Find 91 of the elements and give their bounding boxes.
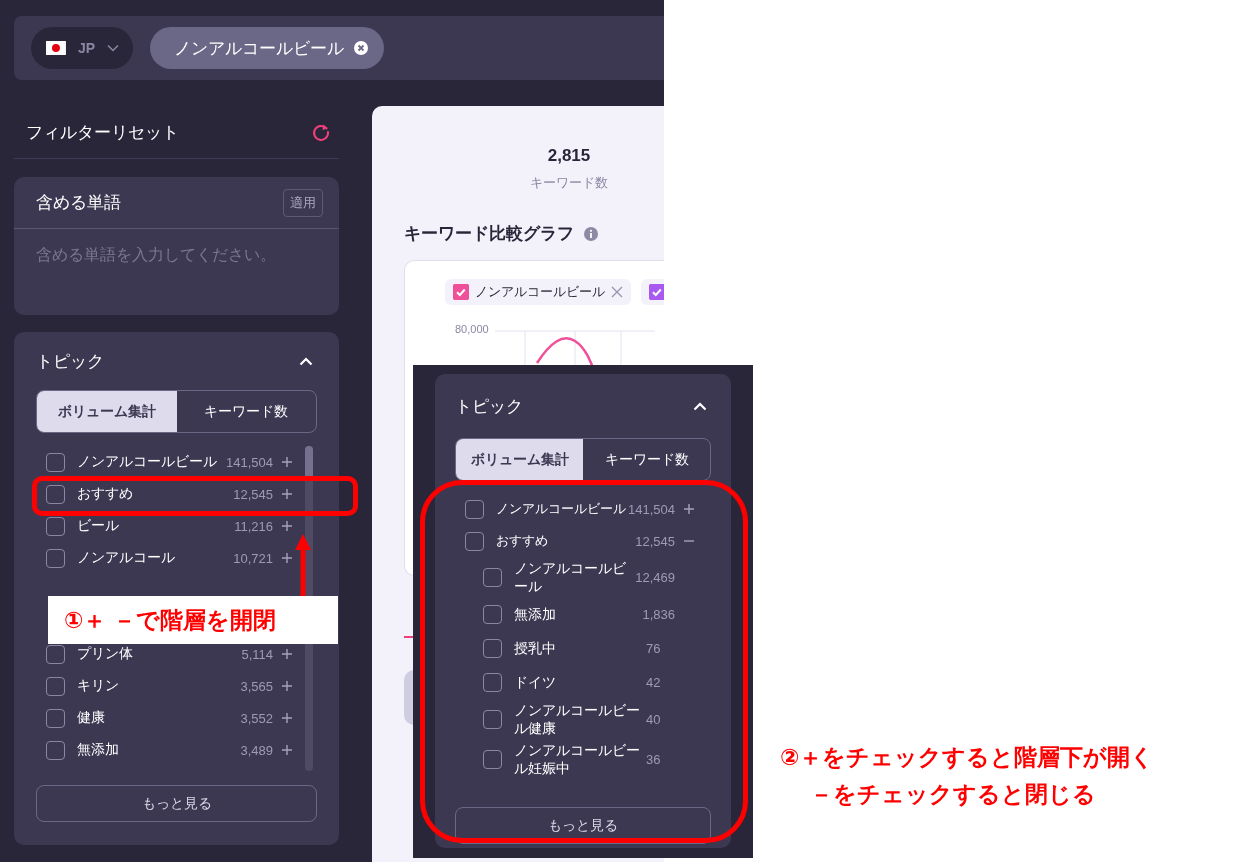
checkbox[interactable] <box>46 484 65 504</box>
checkbox[interactable] <box>46 708 65 728</box>
tab[interactable]: ボリューム集計 <box>456 439 583 480</box>
topic-count: 76 <box>646 640 661 656</box>
country-select[interactable]: JP <box>31 27 133 69</box>
topic-count: 40 <box>646 711 661 727</box>
plus-icon[interactable] <box>281 456 293 468</box>
panel-title: 含める単語 <box>36 192 121 214</box>
topic-count: 11,216 <box>234 518 273 534</box>
keyword-chip-label: ノンアルコールビール <box>174 37 344 60</box>
topic-count: 3,552 <box>240 710 273 726</box>
checkbox[interactable] <box>46 740 65 760</box>
checkbox[interactable] <box>46 676 65 696</box>
tab[interactable]: キーワード数 <box>583 439 710 480</box>
topic-label[interactable]: ノンアルコールビール <box>496 500 626 518</box>
stat-label: キーワード数 <box>529 174 609 192</box>
legend-chip[interactable]: ノンアルコールビール <box>445 279 631 305</box>
panel-title: トピック <box>455 395 523 418</box>
plus-icon[interactable] <box>281 488 293 500</box>
topic-label[interactable]: ノンアルコールビール健康 <box>514 701 644 737</box>
plus-icon[interactable] <box>281 648 293 660</box>
checkbox[interactable] <box>46 548 65 568</box>
plus-icon[interactable] <box>281 712 293 724</box>
topic-count: 42 <box>646 674 661 690</box>
topic-count: 3,489 <box>240 742 273 758</box>
panel-title: トピック <box>36 350 104 373</box>
checkbox[interactable] <box>46 452 65 472</box>
tab[interactable]: ボリューム集計 <box>37 391 177 432</box>
topic-label[interactable]: プリン体 <box>77 645 240 663</box>
stat-value: 2,815 <box>546 146 592 166</box>
topic-label[interactable]: 健康 <box>77 709 239 727</box>
plus-icon[interactable] <box>281 744 293 756</box>
legend-checkbox[interactable] <box>453 284 469 300</box>
legend-chip[interactable] <box>641 279 664 305</box>
plus-icon[interactable] <box>683 503 695 515</box>
topic-label[interactable]: 無添加 <box>514 605 641 623</box>
topic-label[interactable]: ノンアルコール <box>77 549 232 567</box>
topic-count: 12,545 <box>635 533 675 549</box>
tab[interactable]: キーワード数 <box>176 391 316 432</box>
topic-label[interactable]: おすすめ <box>496 532 634 550</box>
chevron-up-icon[interactable] <box>693 401 707 411</box>
checkbox[interactable] <box>483 749 502 769</box>
topic-count: 141,504 <box>628 501 675 517</box>
chevron-down-icon <box>107 44 119 52</box>
checkbox[interactable] <box>483 672 502 692</box>
topic-label[interactable]: ドイツ <box>514 673 644 691</box>
include-words-field[interactable]: 含める単語を入力してください。 <box>14 229 339 315</box>
checkbox[interactable] <box>483 638 502 658</box>
topic-label[interactable]: ビール <box>77 517 233 535</box>
close-icon[interactable] <box>354 41 368 55</box>
tab-underline <box>404 636 414 638</box>
filter-reset-label: フィルターリセット <box>26 121 179 144</box>
reset-icon[interactable] <box>311 122 331 142</box>
show-more-button[interactable]: もっと見る <box>36 785 317 822</box>
info-icon[interactable] <box>584 226 598 241</box>
topic-label[interactable]: 授乳中 <box>514 639 644 657</box>
topic-label[interactable]: キリン <box>77 677 239 695</box>
topic-count: 12,545 <box>233 486 273 502</box>
topic-count: 10,721 <box>233 550 273 566</box>
checkbox[interactable] <box>483 567 502 587</box>
checkbox[interactable] <box>465 531 484 551</box>
apply-button[interactable]: 適用 <box>283 188 323 217</box>
plus-icon[interactable] <box>281 520 293 532</box>
checkbox[interactable] <box>483 709 502 729</box>
legend-checkbox[interactable] <box>649 284 664 300</box>
topic-label[interactable]: ノンアルコールビール <box>77 453 224 471</box>
topic-label[interactable]: 無添加 <box>77 741 239 759</box>
topic-label[interactable]: ノンアルコールビール妊娠中 <box>514 741 644 777</box>
chevron-up-icon[interactable] <box>299 356 313 366</box>
topic-count: 141,504 <box>226 454 273 470</box>
close-icon[interactable] <box>611 286 623 298</box>
topic-count: 5,114 <box>241 646 273 662</box>
axis-label: 80,000 <box>455 323 489 335</box>
checkbox[interactable] <box>483 604 502 624</box>
annotation-text: ①＋ －で階層を開閉 <box>64 605 276 635</box>
topic-count: 36 <box>646 751 661 767</box>
annotation-text: －をチェックすると閉じる <box>809 780 1097 809</box>
checkbox[interactable] <box>46 516 65 536</box>
checkbox[interactable] <box>465 499 484 519</box>
topic-label[interactable]: おすすめ <box>77 485 232 503</box>
show-more-button[interactable]: もっと見る <box>455 807 711 844</box>
topic-count: 3,565 <box>240 678 273 694</box>
plus-icon[interactable] <box>281 552 293 564</box>
topic-count: 1,836 <box>642 606 675 622</box>
section-title: キーワード比較グラフ <box>404 223 574 245</box>
plus-icon[interactable] <box>281 680 293 692</box>
arrow-icon <box>294 534 312 596</box>
flag-icon <box>46 41 66 55</box>
topic-label[interactable]: ノンアルコールビール <box>514 559 634 595</box>
annotation-text: ②＋をチェックすると階層下が開く <box>780 743 1155 772</box>
topic-count: 12,469 <box>635 569 675 585</box>
